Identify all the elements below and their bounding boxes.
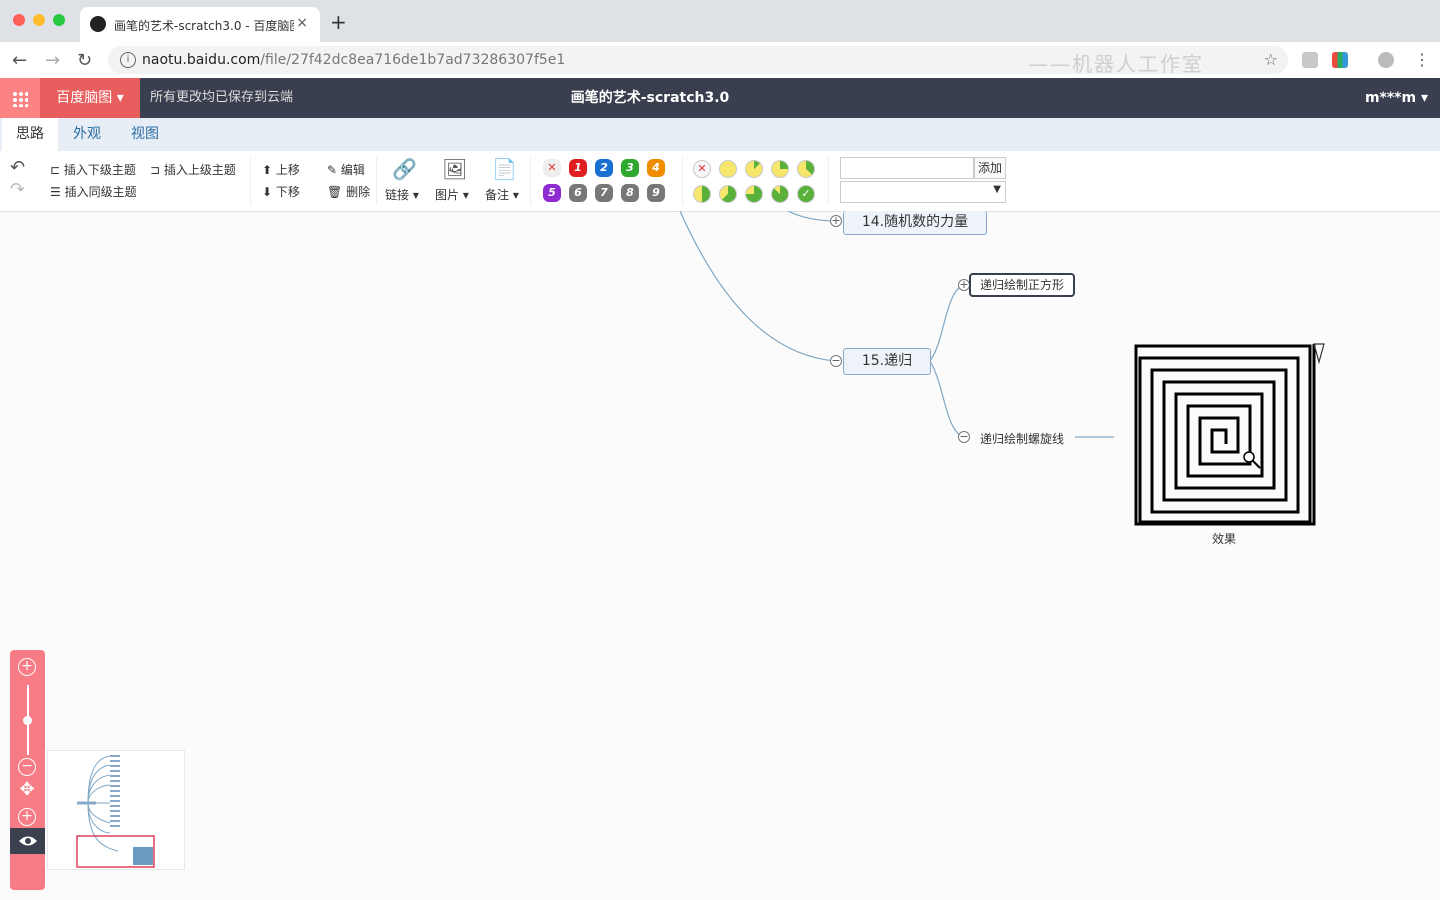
browser-menu-icon[interactable]: ⋮ [1414, 50, 1430, 69]
app-header: 百度脑图 ▾ 所有更改均已保存到云端 画笔的艺术-scratch3.0 m***… [0, 78, 1440, 118]
browser-tab[interactable]: 画笔的艺术-scratch3.0 - 百度脑图 × [80, 7, 320, 42]
priority-3-button[interactable]: 3 [621, 159, 639, 177]
address-bar[interactable]: i naotu.baidu.com/file/27f42dc8ea716de1b… [108, 46, 1288, 76]
site-info-icon[interactable]: i [120, 52, 136, 68]
progress-5-icon[interactable] [719, 185, 737, 203]
toolbar-separator [682, 157, 683, 205]
zoom-panel: + − ✥ + [10, 650, 45, 890]
site-favicon-icon [90, 16, 106, 32]
progress-2-icon[interactable] [771, 160, 789, 178]
image-button[interactable]: 图片 ▾ [435, 186, 469, 203]
progress-7-icon[interactable] [771, 185, 789, 203]
redo-icon[interactable]: ↷ [10, 179, 25, 200]
connector-15-to-spiral [929, 360, 965, 438]
minimap-preview [76, 755, 155, 868]
move-down-button[interactable]: ⬇ 下移 [262, 183, 300, 200]
browser-tab-bar: 画笔的艺术-scratch3.0 - 百度脑图 × + [0, 0, 1440, 42]
chevron-down-icon: ▼ [993, 184, 1001, 195]
priority-5-button[interactable]: 5 [543, 184, 561, 202]
minimize-window-icon[interactable] [33, 14, 45, 26]
priority-4-button[interactable]: 4 [647, 159, 665, 177]
progress-4-icon[interactable] [693, 185, 711, 203]
zoom-out-icon[interactable]: − [18, 758, 36, 776]
priority-1-button[interactable]: 1 [569, 159, 587, 177]
locate-center-icon[interactable]: + [18, 808, 36, 826]
connector-root-to-14 [787, 211, 837, 222]
priority-6-button[interactable]: 6 [569, 184, 587, 202]
close-window-icon[interactable] [13, 14, 25, 26]
toolbar-separator [376, 157, 377, 205]
priority-remove-icon[interactable]: ✕ [543, 159, 561, 177]
node-spiral[interactable]: 递归绘制螺旋线 [980, 430, 1064, 447]
progress-0-icon[interactable] [719, 160, 737, 178]
tab-view[interactable]: 视图 [117, 118, 173, 151]
zoom-slider-handle[interactable] [23, 716, 32, 725]
link-button[interactable]: 链接 ▾ [385, 186, 419, 203]
extension-cloud-icon[interactable] [1302, 52, 1318, 68]
toolbar-separator [250, 157, 251, 205]
tag-add-button[interactable]: 添加 [974, 157, 1006, 179]
toolbar-separator [530, 157, 531, 205]
tag-select[interactable]: ▼ [840, 181, 1006, 203]
move-up-button[interactable]: ⬆ 上移 [262, 161, 300, 178]
insert-parent-button[interactable]: ⊐ 插入上级主题 [150, 161, 236, 178]
progress-remove-icon[interactable]: ✕ [693, 160, 711, 178]
collapse-spiral-node-icon[interactable]: − [958, 431, 970, 443]
insert-child-button[interactable]: ⊏ 插入下级主题 [50, 161, 136, 178]
insert-sibling-button[interactable]: ☰ 插入同级主题 [50, 183, 137, 200]
link-icon: 🔗 [392, 157, 417, 181]
node-15[interactable]: 15.递归 [843, 348, 931, 375]
delete-button[interactable]: 🗑 删除 [327, 183, 370, 200]
node-14[interactable]: 14.随机数的力量 [843, 211, 987, 235]
progress-3-icon[interactable] [797, 160, 815, 178]
progress-done-icon[interactable]: ✓ [797, 185, 815, 203]
toolbar-separator [828, 157, 829, 205]
tab-appearance[interactable]: 外观 [59, 118, 115, 151]
note-button[interactable]: 备注 ▾ [485, 186, 519, 203]
url-text: naotu.baidu.com/file/27f42dc8ea716de1b7a… [142, 52, 566, 68]
editor-toolbar: ↶ ↷ ⊏ 插入下级主题 ⊐ 插入上级主题 ☰ 插入同级主题 ⬆ 上移 ⬇ 下移… [0, 151, 1440, 212]
browser-toolbar: ← → ↻ i naotu.baidu.com/file/27f42dc8ea7… [0, 42, 1440, 79]
maximize-window-icon[interactable] [53, 14, 65, 26]
user-menu[interactable]: m***m ▾ [1365, 78, 1428, 118]
bookmark-star-icon[interactable]: ☆ [1264, 50, 1278, 69]
tab-close-icon[interactable]: × [296, 15, 308, 31]
progress-1-icon[interactable] [745, 160, 763, 178]
spiral-image[interactable] [1134, 342, 1326, 526]
tab-title: 画笔的艺术-scratch3.0 - 百度脑图 [114, 19, 294, 33]
video-watermark: ——机器人工作室 [1028, 52, 1204, 76]
extension-color-icon[interactable] [1332, 52, 1348, 68]
zoom-in-icon[interactable]: + [18, 658, 36, 676]
eye-icon [18, 836, 37, 846]
forward-icon[interactable]: → [45, 50, 60, 71]
new-tab-button[interactable]: + [330, 10, 347, 34]
document-title: 画笔的艺术-scratch3.0 [570, 90, 730, 106]
node-square[interactable]: 递归绘制正方形 [969, 273, 1075, 297]
priority-9-button[interactable]: 9 [647, 184, 665, 202]
note-icon: 📄 [492, 157, 517, 181]
progress-6-icon[interactable] [745, 185, 763, 203]
priority-2-button[interactable]: 2 [595, 159, 613, 177]
connector-root-to-15 [679, 211, 837, 362]
toggle-minimap-eye-icon[interactable] [10, 828, 45, 854]
reload-icon[interactable]: ↻ [77, 50, 92, 71]
menu-tabs: 思路 外观 视图 [0, 118, 1440, 151]
image-caption: 效果 [1212, 532, 1237, 546]
move-canvas-icon[interactable]: ✥ [18, 781, 36, 801]
tab-idea[interactable]: 思路 [2, 118, 58, 151]
connector-15-to-square [929, 284, 965, 362]
priority-7-button[interactable]: 7 [595, 184, 613, 202]
expand-node-14-icon[interactable]: + [830, 215, 842, 227]
priority-8-button[interactable]: 8 [621, 184, 639, 202]
profile-avatar-icon[interactable] [1378, 52, 1394, 68]
collapse-node-15-icon[interactable]: − [830, 355, 842, 367]
minimap[interactable] [47, 750, 185, 870]
image-icon: 🖼 [442, 157, 468, 181]
back-icon[interactable]: ← [12, 50, 27, 71]
tag-input[interactable] [840, 157, 974, 179]
mindmap-connectors [679, 211, 1114, 438]
edit-button[interactable]: ✎ 编辑 [327, 161, 365, 178]
undo-icon[interactable]: ↶ [10, 157, 25, 178]
zoom-cursor-icon [1243, 451, 1255, 463]
